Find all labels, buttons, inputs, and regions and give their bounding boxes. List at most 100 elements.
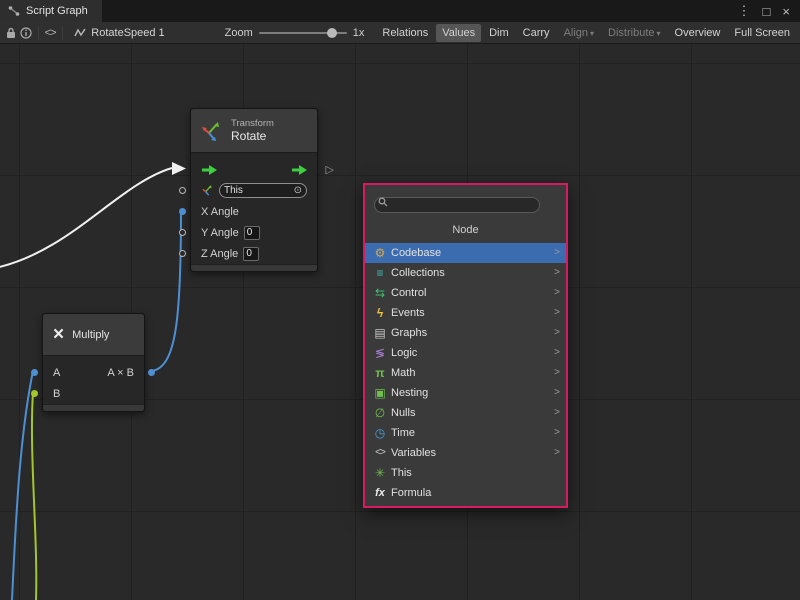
wire-to-multiply-b[interactable]: [32, 392, 36, 600]
multiply-b-row: B: [43, 383, 144, 404]
finder-item-this[interactable]: ✳This: [365, 463, 566, 483]
flow-output-arrow-icon[interactable]: [291, 165, 307, 175]
multiply-a-row: A A × B: [43, 362, 144, 383]
zoom-slider[interactable]: [259, 32, 347, 34]
x-angle-port-row: X Angle: [191, 201, 317, 222]
search-input[interactable]: [374, 197, 540, 213]
align-dropdown[interactable]: Align▾: [558, 24, 600, 42]
chevron-right-icon: >: [554, 447, 560, 458]
logic-icon: ≶: [372, 346, 388, 360]
multiply-b-label: B: [53, 388, 60, 400]
wire-to-multiply-a[interactable]: [12, 371, 33, 600]
null-icon: ∅: [372, 406, 388, 420]
z-angle-value-field[interactable]: [243, 247, 259, 261]
finder-item-collections[interactable]: ≡Collections>: [365, 263, 566, 283]
item-label: Logic: [391, 347, 554, 359]
x-angle-input-port[interactable]: [179, 208, 186, 215]
x-angle-label: X Angle: [201, 206, 239, 218]
close-icon[interactable]: ×: [782, 4, 790, 19]
this-icon: ✳: [372, 466, 388, 480]
rotate-node-header[interactable]: Transform Rotate: [191, 109, 317, 153]
item-label: This: [391, 467, 560, 479]
this-input-port[interactable]: [179, 187, 186, 194]
z-angle-input-port[interactable]: [179, 250, 186, 257]
chevron-right-icon: >: [554, 367, 560, 378]
finder-header: Node: [365, 224, 566, 236]
code-icon[interactable]: <>: [43, 23, 58, 43]
dim-button[interactable]: Dim: [483, 24, 515, 42]
this-object-field[interactable]: This ⊙: [219, 183, 307, 198]
z-angle-label: Z Angle: [201, 248, 238, 260]
toolbar-separator: [62, 26, 63, 40]
overview-button[interactable]: Overview: [669, 24, 727, 42]
item-label: Time: [391, 427, 554, 439]
tab-script-graph[interactable]: Script Graph: [0, 0, 102, 22]
multiply-b-input-port[interactable]: [31, 390, 38, 397]
multiply-output-port[interactable]: [148, 369, 155, 376]
chevron-right-icon: >: [554, 327, 560, 338]
item-label: Variables: [391, 447, 554, 459]
wire-multiply-to-xangle[interactable]: [152, 211, 181, 371]
multiply-a-label: A: [53, 367, 60, 379]
toolbar-separator: [38, 26, 39, 40]
chevron-right-icon: >: [554, 287, 560, 298]
fuzzy-finder-popup: Node ⚙Codebase> ≡Collections> ⇆Control> …: [363, 183, 568, 508]
finder-item-variables[interactable]: <>Variables>: [365, 443, 566, 463]
y-angle-value-field[interactable]: [244, 226, 260, 240]
finder-item-graphs[interactable]: ▤Graphs>: [365, 323, 566, 343]
graph-breadcrumb-icon: [74, 27, 86, 39]
carry-button[interactable]: Carry: [517, 24, 556, 42]
object-picker-icon[interactable]: ⊙: [294, 185, 302, 196]
graph-canvas[interactable]: Transform Rotate ▷ This ⊙: [0, 44, 800, 600]
finder-item-nulls[interactable]: ∅Nulls>: [365, 403, 566, 423]
breadcrumb-label: RotateSpeed 1: [91, 27, 164, 39]
search-icon: [378, 197, 388, 207]
wire-flow-arrowhead-icon: [172, 162, 186, 175]
flow-output-ghost-icon: ▷: [326, 163, 334, 176]
maximize-icon[interactable]: □: [763, 4, 771, 19]
info-icon[interactable]: [19, 23, 34, 43]
variables-icon: <>: [372, 447, 388, 458]
node-category: Transform: [231, 118, 274, 129]
zoom-label: Zoom: [225, 27, 253, 39]
wire-flow-input[interactable]: [0, 168, 172, 268]
node-transform-rotate[interactable]: Transform Rotate ▷ This ⊙: [190, 108, 318, 272]
finder-item-codebase[interactable]: ⚙Codebase>: [365, 243, 566, 263]
values-button[interactable]: Values: [436, 24, 481, 42]
multiply-node-header[interactable]: × Multiply: [43, 314, 144, 356]
item-label: Formula: [391, 487, 560, 499]
breadcrumb[interactable]: RotateSpeed 1: [66, 27, 172, 39]
node-multiply[interactable]: × Multiply A A × B B: [42, 313, 145, 412]
flow-input-arrow-icon[interactable]: [201, 165, 217, 175]
relations-button[interactable]: Relations: [376, 24, 434, 42]
title-bar: Script Graph ⋮ □ ×: [0, 0, 800, 22]
finder-list: ⚙Codebase> ≡Collections> ⇆Control> ϟEven…: [365, 243, 566, 503]
distribute-dropdown[interactable]: Distribute▾: [602, 24, 666, 42]
zoom-slider-knob[interactable]: [327, 28, 337, 38]
finder-item-formula[interactable]: fxFormula: [365, 483, 566, 503]
multiply-icon: ×: [53, 324, 64, 346]
finder-item-logic[interactable]: ≶Logic>: [365, 343, 566, 363]
nesting-icon: ▣: [372, 386, 388, 400]
y-angle-label: Y Angle: [201, 227, 239, 239]
kebab-menu-icon[interactable]: ⋮: [738, 3, 751, 19]
finder-item-events[interactable]: ϟEvents>: [365, 303, 566, 323]
finder-item-time[interactable]: ◷Time>: [365, 423, 566, 443]
lock-icon[interactable]: [4, 23, 19, 43]
fullscreen-button[interactable]: Full Screen: [728, 24, 796, 42]
y-angle-input-port[interactable]: [179, 229, 186, 236]
align-label: Align: [564, 27, 588, 39]
finder-item-control[interactable]: ⇆Control>: [365, 283, 566, 303]
tab-label: Script Graph: [26, 5, 88, 17]
formula-icon: fx: [372, 487, 388, 499]
finder-item-math[interactable]: πMath>: [365, 363, 566, 383]
multiply-a-input-port[interactable]: [31, 369, 38, 376]
this-axes-icon: [201, 184, 214, 197]
list-icon: ≡: [372, 266, 388, 280]
transform-axes-icon: [201, 120, 223, 142]
graph-asset-icon: ▤: [372, 326, 388, 340]
finder-item-nesting[interactable]: ▣Nesting>: [365, 383, 566, 403]
item-label: Graphs: [391, 327, 554, 339]
chevron-right-icon: >: [554, 307, 560, 318]
y-angle-port-row: Y Angle: [191, 222, 317, 243]
